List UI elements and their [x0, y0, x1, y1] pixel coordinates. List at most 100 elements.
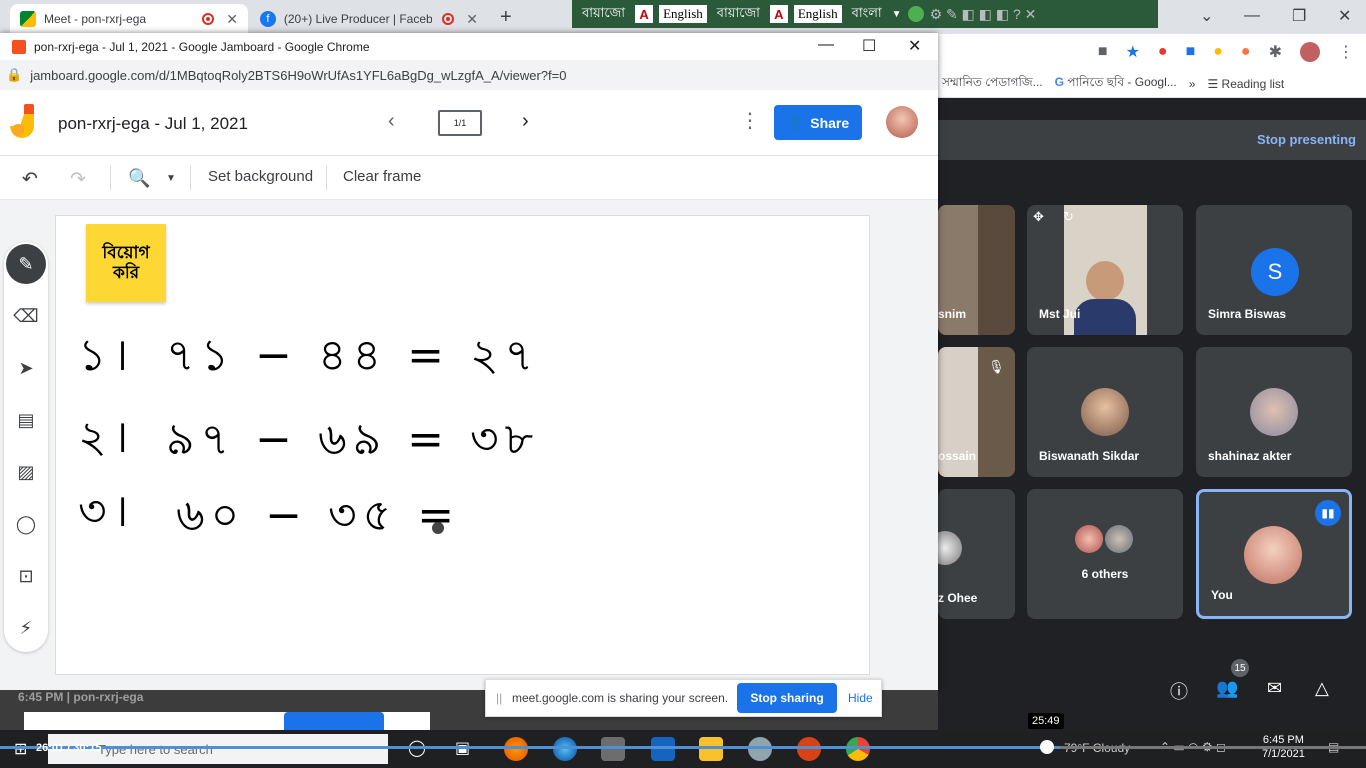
- participant-name: ossain: [938, 449, 977, 463]
- address-bar[interactable]: 🔒 jamboard.google.com/d/1MBqtoqRoly2BTS6…: [0, 60, 938, 90]
- more-bookmarks-icon[interactable]: »: [1189, 77, 1196, 91]
- text-box-icon[interactable]: ⊡: [4, 566, 48, 587]
- profile-dropdown-icon[interactable]: ⌄: [1200, 0, 1213, 32]
- close-tab-icon[interactable]: ✕: [466, 11, 478, 28]
- lang-item[interactable]: বায়াজো: [578, 3, 629, 26]
- powerpoint-icon[interactable]: [797, 737, 821, 761]
- people-icon[interactable]: 👥: [1216, 678, 1238, 699]
- problem-expression: ৬০ − ৩৫ =: [176, 490, 461, 541]
- participant-tile[interactable]: shahinaz akter: [1196, 347, 1352, 477]
- camera-icon[interactable]: ■: [1098, 43, 1108, 61]
- participant-name: 6 others: [1081, 567, 1129, 581]
- close-tab-icon[interactable]: ✕: [226, 11, 238, 28]
- chrome-icon[interactable]: [846, 737, 870, 761]
- avatar[interactable]: [1300, 42, 1320, 62]
- participant-tile-you[interactable]: ▮▮ You: [1196, 489, 1352, 619]
- more-options-icon[interactable]: ⋮: [740, 108, 760, 133]
- participant-tile[interactable]: Biswanath Sikdar: [1027, 347, 1183, 477]
- pen-icon[interactable]: ✎: [6, 244, 46, 284]
- eraser-icon[interactable]: ⌫: [4, 306, 48, 327]
- minimize-icon[interactable]: —: [818, 36, 834, 54]
- divider: [190, 166, 191, 190]
- bookmark[interactable]: সম্মানিত পেডাগজি...: [942, 74, 1043, 94]
- jamboard-toolbar: ↶ ↷ 🔍 ▼ Set background Clear frame: [0, 156, 938, 200]
- participant-tile[interactable]: z Ohee: [938, 489, 1015, 619]
- menu-icon[interactable]: ⋮: [1338, 42, 1354, 62]
- image-icon[interactable]: ▨: [4, 462, 48, 483]
- lang-item[interactable]: English: [659, 5, 707, 23]
- minimize-icon[interactable]: —: [1244, 0, 1260, 32]
- participant-tile[interactable]: 6 others: [1027, 489, 1183, 619]
- dropdown-icon[interactable]: ▼: [892, 9, 902, 20]
- video-scrubber[interactable]: [1040, 740, 1054, 754]
- undo-icon[interactable]: ↶: [22, 168, 38, 191]
- lang-item[interactable]: বায়াজো: [713, 3, 764, 26]
- share-button[interactable]: 👤 Share: [774, 105, 862, 140]
- bookmark[interactable]: G পানিতে ছবি - Googl...: [1055, 74, 1177, 94]
- info-icon[interactable]: ⓘ: [1170, 678, 1188, 704]
- firefox-icon[interactable]: [504, 737, 528, 761]
- stop-presenting-button[interactable]: Stop presenting: [1257, 132, 1356, 147]
- tab-live-producer[interactable]: f (20+) Live Producer | Faceb ✕: [250, 4, 488, 34]
- tab-meet[interactable]: Meet - pon-rxrj-ega ✕: [10, 4, 248, 34]
- zoom-dropdown-icon[interactable]: ▼: [166, 173, 176, 184]
- video-progress-remaining[interactable]: [1060, 746, 1366, 749]
- a-icon[interactable]: A: [635, 5, 654, 23]
- store-icon[interactable]: [601, 737, 625, 761]
- stop-sharing-button[interactable]: Stop sharing: [737, 683, 837, 713]
- clear-frame-button[interactable]: Clear frame: [343, 168, 421, 185]
- lang-item[interactable]: English: [793, 5, 842, 23]
- url-text: jamboard.google.com/d/1MBqtoqRoly2BTS6H9…: [30, 67, 567, 83]
- tools-icon[interactable]: ⚙ ✎ ◧ ◧ ◧ ? ✕: [930, 6, 1037, 23]
- select-icon[interactable]: ➤: [4, 358, 48, 379]
- frame-bar-button[interactable]: 1/1: [438, 110, 482, 136]
- windows-start-icon[interactable]: ⊞: [14, 739, 27, 759]
- close-icon[interactable]: ✕: [1338, 0, 1351, 32]
- mail-icon[interactable]: [651, 737, 675, 761]
- new-tab-button[interactable]: +: [500, 6, 512, 29]
- zoom-icon[interactable]: 🔍: [128, 168, 150, 189]
- avatar[interactable]: [886, 106, 918, 138]
- extension-icon[interactable]: ●: [1158, 43, 1168, 61]
- a-icon[interactable]: A: [769, 5, 788, 23]
- star-icon[interactable]: ★: [1126, 42, 1140, 62]
- hide-button[interactable]: Hide: [848, 691, 873, 705]
- maximize-icon[interactable]: ☐: [862, 36, 876, 56]
- previous-frame-icon[interactable]: ‹: [388, 110, 395, 133]
- jam-board[interactable]: বিয়োগ করি ১। ৭১ − ৪৪ = ২৭ ২। ৯৭ − ৬৯ = …: [55, 215, 870, 675]
- lang-item[interactable]: বাংলা: [848, 3, 886, 26]
- move-icon[interactable]: ✥: [1033, 209, 1044, 225]
- extension-icon[interactable]: ●: [1213, 43, 1223, 61]
- video-progress-played[interactable]: [0, 746, 1060, 749]
- extension-icon[interactable]: ■: [1186, 43, 1196, 61]
- activities-icon[interactable]: △: [1315, 678, 1329, 699]
- strip-text: 6:45 PM | pon-rxrj-ega: [18, 690, 144, 704]
- participant-tile[interactable]: ✥ ↻ Mst Jui: [1027, 205, 1183, 335]
- puzzle-icon[interactable]: ✱: [1269, 42, 1282, 62]
- restore-icon[interactable]: ❐: [1292, 0, 1306, 32]
- participant-tile[interactable]: S Simra Biswas: [1196, 205, 1352, 335]
- participant-tile[interactable]: 🎙 ossain: [938, 347, 1015, 477]
- close-icon[interactable]: ✕: [908, 36, 921, 56]
- app-icon[interactable]: [748, 737, 772, 761]
- sticky-note[interactable]: বিয়োগ করি: [86, 224, 166, 302]
- chat-icon[interactable]: ✉: [1267, 678, 1282, 699]
- redo-icon[interactable]: ↷: [70, 168, 86, 191]
- sticky-note-icon[interactable]: ▤: [4, 410, 48, 431]
- next-frame-icon[interactable]: ›: [522, 110, 529, 133]
- share-notice-message: meet.google.com is sharing your screen.: [512, 691, 729, 705]
- lock-icon: 🔒: [6, 67, 23, 82]
- refresh-icon[interactable]: ↻: [1063, 209, 1074, 225]
- reading-list[interactable]: ☰ Reading list: [1207, 77, 1284, 91]
- drag-handle-icon[interactable]: ||: [496, 691, 502, 705]
- extension-icon[interactable]: ●: [1241, 43, 1251, 61]
- circle-icon[interactable]: ◯: [4, 514, 48, 535]
- participant-tile[interactable]: snim: [938, 205, 1015, 335]
- set-background-button[interactable]: Set background: [208, 168, 313, 185]
- edge-icon[interactable]: [553, 737, 577, 761]
- globe-icon[interactable]: [907, 6, 924, 22]
- laser-icon[interactable]: ⚡: [4, 618, 48, 639]
- jamboard-logo-icon: [10, 104, 34, 138]
- doc-title[interactable]: pon-rxrj-ega - Jul 1, 2021: [58, 114, 248, 134]
- file-explorer-icon[interactable]: [699, 737, 723, 761]
